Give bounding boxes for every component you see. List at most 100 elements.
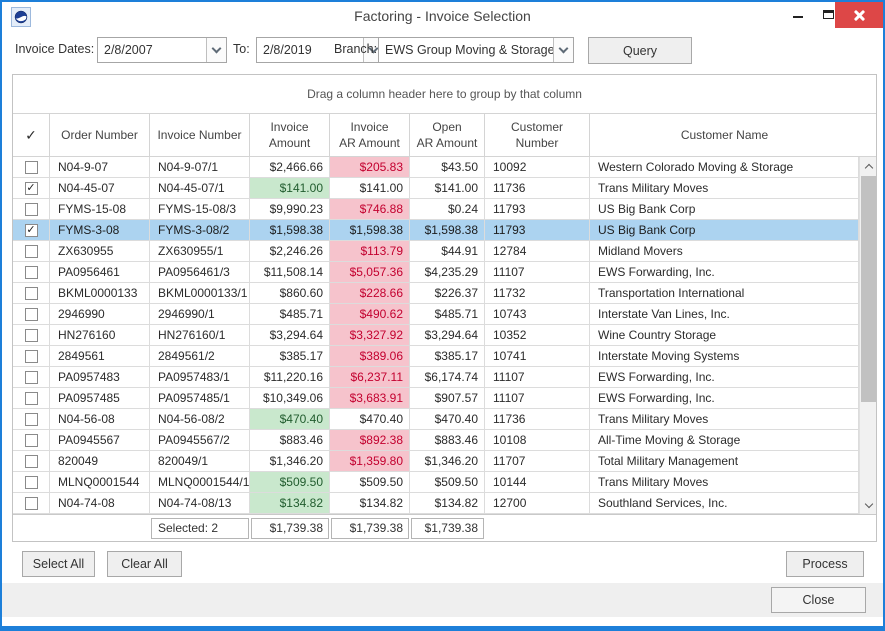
cell-customer-name: Total Military Management — [590, 451, 859, 472]
table-row[interactable]: 28495612849561/2$385.17$389.06$385.17107… — [13, 346, 876, 367]
checkbox-unchecked[interactable] — [25, 476, 38, 489]
dialog-window: Factoring - Invoice Selection Invoice Da… — [0, 0, 885, 631]
scrollbar-down-button[interactable] — [860, 497, 877, 514]
cell-open-ar-amount: $3,294.64 — [410, 325, 485, 346]
cell-invoice-number: 820049/1 — [150, 451, 250, 472]
scrollbar-thumb[interactable] — [861, 176, 876, 402]
from-date-picker[interactable]: 2/8/2007 — [97, 37, 227, 63]
column-header-check[interactable]: ✓ — [13, 114, 50, 156]
branch-dropdown-button[interactable] — [553, 38, 573, 62]
column-header-invoice-amount[interactable]: Invoice Amount — [250, 114, 330, 156]
scrollbar-up-button[interactable] — [860, 157, 877, 174]
branch-value: EWS Group Moving & Storage... — [379, 43, 553, 57]
column-header-customer-number[interactable]: Customer Number — [485, 114, 590, 156]
cell-invoice-amount: $1,346.20 — [250, 451, 330, 472]
row-checkbox-cell — [13, 451, 50, 472]
vertical-scrollbar[interactable] — [859, 157, 876, 514]
table-row[interactable]: PA0957485PA0957485/1$10,349.06$3,683.91$… — [13, 388, 876, 409]
table-row[interactable]: ✓FYMS-3-08FYMS-3-08/2$1,598.38$1,598.38$… — [13, 220, 876, 241]
cell-customer-name: Interstate Moving Systems — [590, 346, 859, 367]
cell-invoice-amount: $134.82 — [250, 493, 330, 514]
to-label: To: — [233, 42, 250, 56]
cell-customer-number: 11793 — [485, 220, 590, 241]
table-row[interactable]: N04-9-07N04-9-07/1$2,466.66$205.83$43.50… — [13, 157, 876, 178]
checkbox-unchecked[interactable] — [25, 434, 38, 447]
table-row[interactable]: 29469902946990/1$485.71$490.62$485.71107… — [13, 304, 876, 325]
table-row[interactable]: ✓N04-45-07N04-45-07/1$141.00$141.00$141.… — [13, 178, 876, 199]
cell-invoice-number: BKML0000133/1 — [150, 283, 250, 304]
cell-customer-name: All-Time Moving & Storage — [590, 430, 859, 451]
footer-selected-cell: Selected: 2 — [150, 515, 250, 541]
checkbox-unchecked[interactable] — [25, 287, 38, 300]
toolbar: Invoice Dates: 2/8/2007 To: 2/8/2019 Bra… — [2, 32, 883, 72]
table-row[interactable]: PA0956461PA0956461/3$11,508.14$5,057.36$… — [13, 262, 876, 283]
column-header-customer-name[interactable]: Customer Name — [590, 114, 859, 156]
cell-customer-name: Interstate Van Lines, Inc. — [590, 304, 859, 325]
cell-customer-number: 11732 — [485, 283, 590, 304]
cell-invoice-number: 2849561/2 — [150, 346, 250, 367]
titlebar: Factoring - Invoice Selection — [2, 2, 883, 32]
query-button[interactable]: Query — [588, 37, 692, 64]
table-row[interactable]: 820049820049/1$1,346.20$1,359.80$1,346.2… — [13, 451, 876, 472]
checkbox-unchecked[interactable] — [25, 497, 38, 510]
cell-invoice-ar-amount: $141.00 — [330, 178, 410, 199]
column-header-open-ar-amount[interactable]: Open AR Amount — [410, 114, 485, 156]
table-row[interactable]: PA0957483PA0957483/1$11,220.16$6,237.11$… — [13, 367, 876, 388]
cell-invoice-ar-amount: $746.88 — [330, 199, 410, 220]
close-button[interactable]: Close — [771, 587, 866, 613]
table-row[interactable]: N04-74-08N04-74-08/13$134.82$134.82$134.… — [13, 493, 876, 514]
row-checkbox-cell — [13, 262, 50, 283]
checkbox-unchecked[interactable] — [25, 350, 38, 363]
checkbox-unchecked[interactable] — [25, 413, 38, 426]
checkbox-unchecked[interactable] — [25, 161, 38, 174]
table-row[interactable]: BKML0000133BKML0000133/1$860.60$228.66$2… — [13, 283, 876, 304]
checkbox-unchecked[interactable] — [25, 245, 38, 258]
cell-order-number: MLNQ0001544 — [50, 472, 150, 493]
checkbox-checked[interactable]: ✓ — [25, 182, 38, 195]
cell-customer-name: Midland Movers — [590, 241, 859, 262]
cell-customer-number: 10144 — [485, 472, 590, 493]
cell-invoice-amount: $883.46 — [250, 430, 330, 451]
from-date-dropdown-button[interactable] — [206, 38, 226, 62]
close-window-button[interactable] — [835, 2, 883, 28]
table-row[interactable]: N04-56-08N04-56-08/2$470.40$470.40$470.4… — [13, 409, 876, 430]
select-all-button[interactable]: Select All — [22, 551, 95, 577]
table-row[interactable]: FYMS-15-08FYMS-15-08/3$9,990.23$746.88$0… — [13, 199, 876, 220]
checkbox-unchecked[interactable] — [25, 392, 38, 405]
column-header-invoice-ar-amount[interactable]: Invoice AR Amount — [330, 114, 410, 156]
cell-invoice-ar-amount: $5,057.36 — [330, 262, 410, 283]
footer-spacer — [485, 515, 590, 541]
cell-invoice-number: PA0957485/1 — [150, 388, 250, 409]
minimize-button[interactable] — [785, 2, 811, 26]
group-by-panel[interactable]: Drag a column header here to group by th… — [13, 75, 876, 113]
cell-customer-name: Southland Services, Inc. — [590, 493, 859, 514]
cell-customer-name: Trans Military Moves — [590, 409, 859, 430]
checkbox-unchecked[interactable] — [25, 203, 38, 216]
grid-body: N04-9-07N04-9-07/1$2,466.66$205.83$43.50… — [13, 157, 876, 514]
cell-customer-number: 11793 — [485, 199, 590, 220]
checkbox-unchecked[interactable] — [25, 455, 38, 468]
clear-all-button[interactable]: Clear All — [107, 551, 182, 577]
cell-invoice-number: N04-9-07/1 — [150, 157, 250, 178]
table-row[interactable]: HN276160HN276160/1$3,294.64$3,327.92$3,2… — [13, 325, 876, 346]
branch-select[interactable]: EWS Group Moving & Storage... — [378, 37, 574, 63]
chevron-down-icon — [212, 43, 222, 53]
checkbox-unchecked[interactable] — [25, 329, 38, 342]
column-header-order-number[interactable]: Order Number — [50, 114, 150, 156]
column-header-invoice-number[interactable]: Invoice Number — [150, 114, 250, 156]
checkbox-checked[interactable]: ✓ — [25, 224, 38, 237]
cell-customer-name: Western Colorado Moving & Storage — [590, 157, 859, 178]
table-row[interactable]: PA0945567PA0945567/2$883.46$892.38$883.4… — [13, 430, 876, 451]
table-row[interactable]: MLNQ0001544MLNQ0001544/1$509.50$509.50$5… — [13, 472, 876, 493]
checkbox-unchecked[interactable] — [25, 266, 38, 279]
table-row[interactable]: ZX630955ZX630955/1$2,246.26$113.79$44.91… — [13, 241, 876, 262]
checkbox-unchecked[interactable] — [25, 308, 38, 321]
checkbox-unchecked[interactable] — [25, 371, 38, 384]
process-button[interactable]: Process — [786, 551, 864, 577]
cell-invoice-amount: $485.71 — [250, 304, 330, 325]
cell-customer-number: 11707 — [485, 451, 590, 472]
cell-customer-number: 12784 — [485, 241, 590, 262]
minimize-icon — [793, 16, 803, 18]
cell-invoice-amount: $9,990.23 — [250, 199, 330, 220]
total-invoice-amount: $1,739.38 — [251, 518, 329, 539]
